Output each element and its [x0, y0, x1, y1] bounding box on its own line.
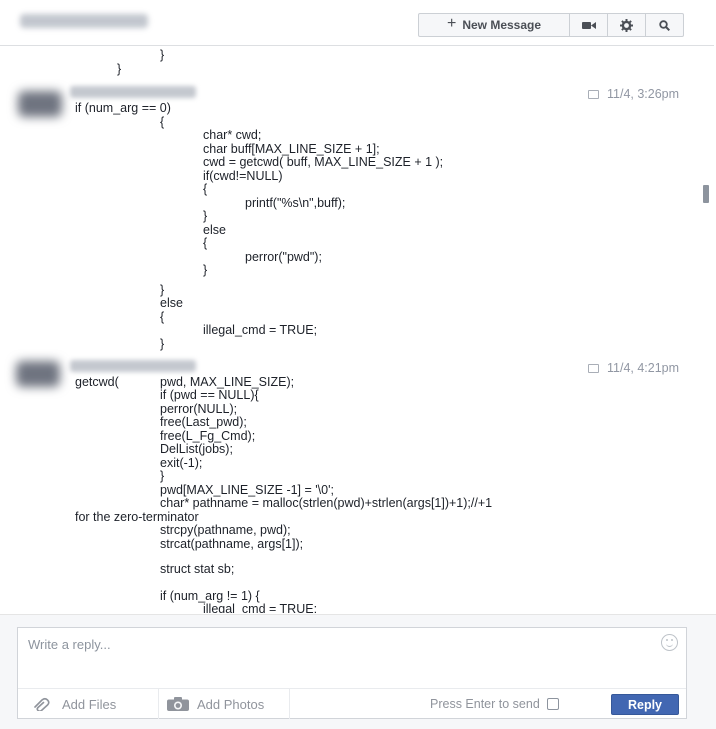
code-line: }	[203, 209, 208, 223]
message-icon	[588, 89, 599, 99]
code-line: }	[160, 283, 165, 297]
code-line: strcat(pathname, args[1]);	[160, 537, 304, 551]
code-line: printf("%s\n",buff);	[245, 196, 346, 210]
new-message-label: New Message	[462, 18, 542, 32]
message-icon	[588, 363, 599, 373]
code-line: char* pathname = malloc(strlen(pwd)+strl…	[160, 496, 493, 510]
code-line: {	[203, 236, 208, 250]
sender-name[interactable]	[70, 360, 196, 372]
paperclip-icon	[34, 697, 50, 711]
code-line: if (pwd == NULL){	[160, 388, 259, 402]
press-enter-checkbox[interactable]	[546, 698, 559, 710]
code-line: if (num_arg != 1) {	[160, 589, 260, 603]
reply-box: Add Files Add Photos Press Enter to send…	[17, 627, 687, 719]
reply-button[interactable]: Reply	[611, 694, 679, 715]
press-enter-label: Press Enter to send	[430, 697, 540, 711]
code-line: }	[160, 48, 165, 62]
new-message-button[interactable]: + New Message	[419, 14, 570, 36]
code-line: perror(NULL);	[160, 402, 238, 416]
avatar[interactable]	[16, 361, 60, 387]
code-line: {	[160, 115, 165, 129]
code-line: else	[203, 223, 226, 237]
reply-input[interactable]	[26, 636, 650, 653]
add-files-button[interactable]: Add Files	[30, 689, 159, 719]
avatar[interactable]	[18, 91, 62, 117]
reply-label: Reply	[627, 697, 663, 712]
code-line: else	[160, 296, 183, 310]
conversation-title	[20, 14, 148, 28]
timestamp-text: 11/4, 3:26pm	[607, 87, 680, 101]
reply-composer: Add Files Add Photos Press Enter to send…	[0, 614, 716, 729]
code-line: getcwd(	[75, 375, 119, 389]
code-line: if(cwd!=NULL)	[203, 169, 283, 183]
code-line: exit(-1);	[160, 456, 203, 470]
message-timestamp: 11/4, 3:26pm	[588, 87, 679, 101]
search-icon	[659, 19, 670, 31]
settings-button[interactable]	[608, 14, 646, 36]
code-line: cwd = getcwd( buff, MAX_LINE_SIZE + 1 );	[203, 155, 444, 169]
code-line: }	[160, 337, 165, 351]
emoji-icon[interactable]	[661, 634, 678, 651]
sender-name[interactable]	[70, 86, 196, 98]
code-line: pwd[MAX_LINE_SIZE -1] = '\0';	[160, 483, 334, 497]
press-enter-toggle[interactable]: Press Enter to send	[430, 689, 559, 719]
code-line: {	[203, 182, 208, 196]
code-line: char* cwd;	[203, 128, 262, 142]
message-thread[interactable]: } } 11/4, 3:26pm if (num_arg == 0) { cha…	[0, 46, 698, 613]
code-line: strcpy(pathname, pwd);	[160, 523, 291, 537]
message-timestamp: 11/4, 4:21pm	[588, 361, 679, 375]
thread-scrollbar[interactable]	[700, 46, 714, 613]
conversation-header: + New Message	[0, 0, 714, 46]
add-photos-button[interactable]: Add Photos	[159, 689, 290, 719]
gear-icon	[620, 18, 633, 32]
code-line: struct stat sb;	[160, 562, 235, 576]
scrollbar-thumb[interactable]	[703, 185, 709, 203]
code-line: }	[160, 469, 165, 483]
code-line: perror("pwd");	[245, 250, 322, 264]
video-camera-icon	[581, 21, 596, 29]
code-line: char buff[MAX_LINE_SIZE + 1];	[203, 142, 380, 156]
composer-toolbar: Add Files Add Photos Press Enter to send…	[18, 688, 686, 719]
add-files-label: Add Files	[62, 696, 117, 712]
code-line: free(L_Fg_Cmd);	[160, 429, 256, 443]
code-line: illegal_cmd = TRUE;	[203, 323, 318, 337]
code-line: illegal_cmd = TRUE;	[203, 602, 318, 613]
code-line: DelList(jobs);	[160, 442, 233, 456]
search-button[interactable]	[646, 14, 683, 36]
camera-icon	[167, 697, 189, 711]
code-line: for the zero-terminator	[75, 510, 199, 524]
header-toolbar: + New Message	[418, 13, 684, 37]
plus-icon: +	[446, 15, 457, 32]
code-line: }	[117, 62, 122, 76]
code-line: pwd, MAX_LINE_SIZE);	[160, 375, 295, 389]
video-call-button[interactable]	[570, 14, 608, 36]
code-line: free(Last_pwd);	[160, 415, 247, 429]
timestamp-text: 11/4, 4:21pm	[607, 361, 680, 375]
code-line: {	[160, 310, 165, 324]
code-line: }	[203, 263, 208, 277]
code-line: if (num_arg == 0)	[75, 101, 171, 115]
add-photos-label: Add Photos	[197, 696, 265, 712]
